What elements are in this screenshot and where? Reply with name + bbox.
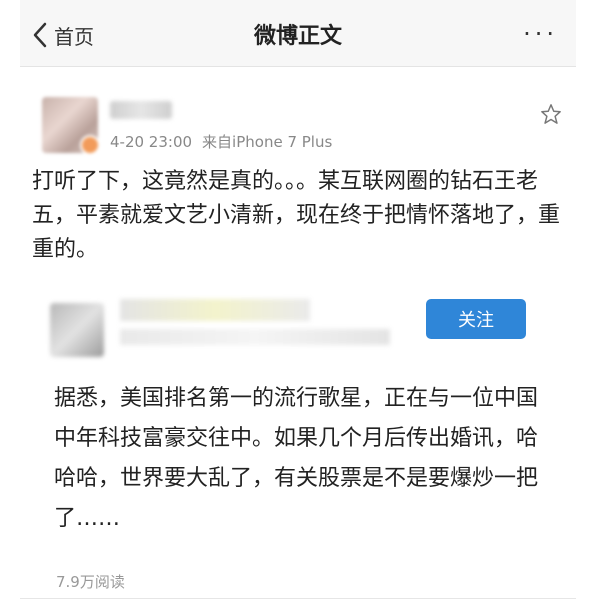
repost-body: 据悉，美国排名第一的流行歌星，正在与一位中国中年科技富豪交往中。如果几个月后传出… [54,386,539,531]
star-outline-icon [541,104,561,124]
avatar[interactable] [42,97,100,155]
post-body: 打听了下，这竟然是真的。。。某互联网圈的钻石王老五，平素就爱文艺小清新，现在终于… [32,169,561,262]
repost-avatar[interactable] [50,303,104,357]
favorite-button[interactable] [540,103,562,129]
top-bar: 首页 微博正文 ··· [20,0,576,67]
follow-button[interactable]: 关注 [426,299,526,339]
divider [20,598,576,599]
more-menu-button[interactable]: ··· [523,20,558,48]
page-title: 微博正文 [253,24,342,49]
repost-username-blurred[interactable] [120,299,310,321]
repost-subtitle-blurred [120,329,390,345]
weibo-detail-frame: 首页 微博正文 ··· 4-20 23:00 来自iPhone 7 Plus 打听… [20,0,576,600]
post-date: 4-20 23:00 [110,133,193,151]
post-source: 来自iPhone 7 Plus [202,133,333,151]
username-blurred[interactable] [110,101,172,119]
post-meta: 4-20 23:00 来自iPhone 7 Plus [110,131,342,152]
reposted-card[interactable]: 关注 据悉，美国排名第一的流行歌星，正在与一位中国中年科技富豪交往中。如果几个月… [50,289,570,591]
read-count: 7.9万阅读 [56,573,125,591]
